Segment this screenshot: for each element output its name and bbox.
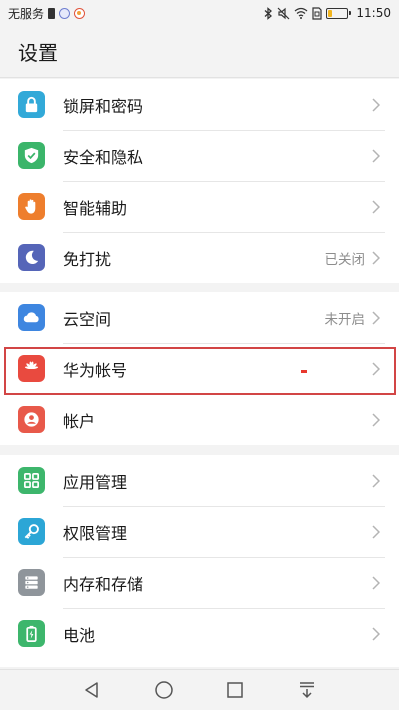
chevron-right-icon	[369, 310, 383, 325]
settings-item-label: 智能辅助	[63, 198, 128, 218]
settings-item-value: 未开启	[324, 311, 366, 328]
settings-item-smart-assistance[interactable]: 智能辅助	[0, 181, 399, 232]
storage-icon	[18, 569, 45, 596]
chevron-right-icon	[369, 148, 383, 163]
shield-icon	[18, 142, 45, 169]
settings-item-label: 应用管理	[63, 472, 128, 492]
page-title: 设置	[18, 41, 58, 65]
battery-icon	[18, 620, 45, 647]
account-icon	[18, 406, 45, 433]
group-bottom-padding	[0, 659, 399, 667]
status-right: 11:50	[264, 6, 391, 20]
sim-icon	[48, 7, 56, 19]
settings-item-label: 帐户	[63, 411, 96, 431]
settings-item-cloud[interactable]: 云空间 未开启	[0, 292, 399, 343]
settings-group-device: 应用管理 权限管理 内存和存储 电池	[0, 455, 399, 667]
battery-icon	[326, 7, 352, 19]
settings-item-label: 锁屏和密码	[63, 96, 144, 116]
hand-icon	[18, 193, 45, 220]
recents-square-icon	[227, 682, 244, 698]
chevron-right-icon	[369, 412, 383, 427]
settings-item-lock-screen[interactable]: 锁屏和密码	[0, 79, 399, 130]
settings-item-label: 内存和存储	[63, 574, 144, 594]
mute-icon	[277, 7, 290, 19]
settings-item-label: 免打扰	[63, 249, 112, 269]
apps-icon	[18, 467, 45, 494]
pull-down-icon	[300, 682, 315, 699]
battery-level-fill	[328, 9, 333, 17]
notification-pulldown-button[interactable]	[295, 678, 319, 702]
wifi-icon	[294, 7, 308, 19]
settings-group-security: 锁屏和密码 安全和隐私 智能辅助 免打扰 已关闭	[0, 79, 399, 283]
back-button[interactable]	[80, 678, 104, 702]
settings-item-security-privacy[interactable]: 安全和隐私	[0, 130, 399, 181]
cloud-icon	[18, 304, 45, 331]
weibo-notification-icon	[74, 7, 86, 19]
back-triangle-icon	[85, 682, 98, 698]
app-notification-icon	[59, 7, 71, 19]
chevron-right-icon	[369, 199, 383, 214]
key-icon	[18, 518, 45, 545]
lock-icon	[18, 91, 45, 118]
status-left: 无服务	[8, 5, 86, 22]
moon-icon	[18, 244, 45, 271]
settings-item-value: 已关闭	[324, 251, 366, 268]
sim-card-icon	[312, 6, 323, 20]
chevron-right-icon	[369, 473, 383, 488]
settings-item-app-management[interactable]: 应用管理	[0, 455, 399, 506]
red-dash-mark	[301, 370, 307, 373]
home-button[interactable]	[152, 678, 176, 702]
bluetooth-icon	[264, 6, 273, 20]
header: 设置	[0, 26, 399, 78]
chevron-right-icon	[369, 626, 383, 641]
clock-text: 11:50	[356, 6, 391, 20]
settings-item-label: 云空间	[63, 309, 112, 329]
settings-item-label: 安全和隐私	[63, 147, 144, 167]
home-circle-icon	[154, 681, 173, 699]
chevron-right-icon	[369, 250, 383, 265]
navigation-bar	[0, 669, 399, 710]
settings-item-label: 电池	[63, 625, 96, 645]
selection-highlight-box	[4, 347, 396, 395]
settings-item-permissions[interactable]: 权限管理	[0, 506, 399, 557]
settings-item-storage[interactable]: 内存和存储	[0, 557, 399, 608]
settings-item-accounts[interactable]: 帐户	[0, 394, 399, 445]
status-bar: 无服务 11:50	[0, 0, 399, 26]
chevron-right-icon	[369, 524, 383, 539]
settings-item-battery[interactable]: 电池	[0, 608, 399, 659]
settings-item-label: 权限管理	[63, 523, 128, 543]
chevron-right-icon	[369, 97, 383, 112]
chevron-right-icon	[369, 575, 383, 590]
recents-button[interactable]	[223, 678, 247, 702]
settings-item-do-not-disturb[interactable]: 免打扰 已关闭	[0, 232, 399, 283]
carrier-text: 无服务	[8, 6, 45, 21]
